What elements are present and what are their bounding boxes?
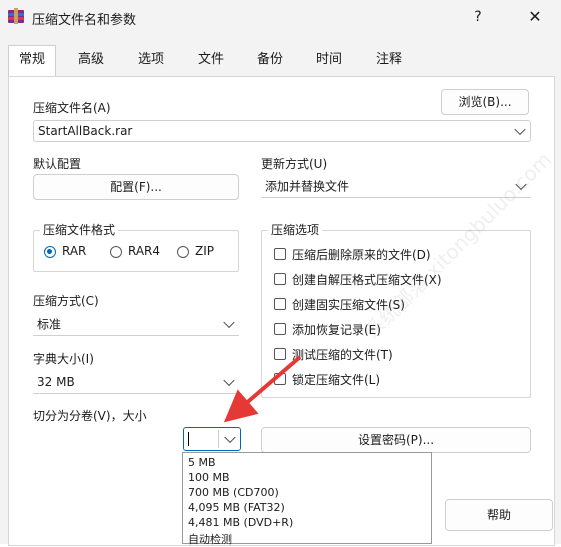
winrar-app-icon — [8, 8, 24, 24]
dialog-window: 压缩文件名和参数 ? ✕ 常规 高级 选项 文件 备份 时间 注释 压缩文件名(… — [0, 0, 561, 547]
help-title-button[interactable]: ? — [463, 4, 493, 30]
lock-archive-label: 锁定压缩文件(L) — [292, 373, 381, 387]
recovery-record-label: 添加恢复记录(E) — [292, 323, 381, 337]
delete-after-checkbox[interactable] — [274, 248, 286, 260]
close-button[interactable]: ✕ — [518, 4, 552, 30]
chevron-down-icon[interactable] — [514, 123, 526, 136]
set-password-button[interactable]: 设置密码(P)... — [261, 427, 531, 453]
window-title: 压缩文件名和参数 — [32, 13, 137, 28]
rar4-radio[interactable] — [110, 246, 122, 258]
chevron-down-icon — [223, 316, 235, 328]
tab-backup[interactable]: 备份 — [247, 46, 293, 74]
archive-options-title: 压缩选项 — [268, 221, 323, 238]
split-option-autodetect[interactable]: 自动检测 — [188, 531, 232, 547]
tab-comment[interactable]: 注释 — [366, 46, 412, 74]
sfx-checkbox[interactable] — [274, 273, 286, 285]
archive-options-group: 压缩选项 压缩后删除原来的文件(D) 创建自解压格式压缩文件(X) 创建固实压缩… — [261, 221, 531, 398]
solid-checkbox[interactable] — [274, 298, 286, 310]
split-option-100mb[interactable]: 100 MB — [188, 471, 230, 484]
delete-after-label: 压缩后删除原来的文件(D) — [292, 248, 431, 262]
chevron-down-icon — [515, 178, 527, 190]
lock-archive-checkbox[interactable] — [274, 373, 286, 385]
dictionary-size-select[interactable]: 32 MB — [33, 370, 239, 394]
title-bar: 压缩文件名和参数 ? ✕ — [0, 0, 561, 34]
dictionary-size-label: 字典大小(I) — [33, 352, 94, 366]
rar-radio[interactable] — [44, 246, 56, 258]
split-option-fat32[interactable]: 4,095 MB (FAT32) — [188, 501, 285, 514]
tab-files[interactable]: 文件 — [188, 46, 234, 74]
update-mode-label: 更新方式(U) — [261, 157, 328, 171]
compression-method-label: 压缩方式(C) — [33, 294, 99, 308]
update-mode-select[interactable]: 添加并替换文件 — [261, 174, 531, 198]
tab-options[interactable]: 选项 — [128, 46, 174, 74]
split-volumes-label: 切分为分卷(V)，大小 — [33, 409, 147, 423]
zip-label: ZIP — [195, 244, 214, 258]
split-option-cd700[interactable]: 700 MB (CD700) — [188, 486, 279, 499]
solid-label: 创建固实压缩文件(S) — [292, 298, 405, 312]
text-caret — [188, 432, 189, 446]
archive-format-title: 压缩文件格式 — [40, 221, 119, 238]
tab-time[interactable]: 时间 — [306, 46, 352, 74]
zip-radio[interactable] — [177, 246, 189, 258]
test-files-checkbox[interactable] — [274, 348, 286, 360]
tab-general[interactable]: 常规 — [8, 45, 56, 77]
tab-advanced[interactable]: 高级 — [68, 46, 114, 74]
compression-method-select[interactable]: 标准 — [33, 312, 239, 336]
chevron-down-icon — [223, 374, 235, 386]
combo-divider — [218, 430, 219, 448]
chevron-down-icon[interactable] — [224, 431, 236, 444]
split-option-5mb[interactable]: 5 MB — [188, 456, 216, 469]
browse-button[interactable]: 浏览(B)... — [441, 89, 529, 115]
split-option-dvdr[interactable]: 4,481 MB (DVD+R) — [188, 516, 293, 529]
archive-name-label: 压缩文件名(A) — [33, 101, 111, 115]
recovery-record-checkbox[interactable] — [274, 323, 286, 335]
profiles-button[interactable]: 配置(F)... — [33, 174, 239, 200]
split-size-combo[interactable] — [183, 427, 241, 451]
split-size-dropdown: 5 MB 100 MB 700 MB (CD700) 4,095 MB (FAT… — [182, 452, 432, 547]
help-button[interactable]: 帮助 — [445, 499, 553, 531]
rar4-label: RAR4 — [128, 244, 161, 258]
archive-name-input[interactable]: StartAllBack.rar — [33, 120, 531, 142]
archive-format-group: 压缩文件格式 RAR RAR4 ZIP — [33, 221, 239, 272]
default-profile-label: 默认配置 — [33, 157, 82, 171]
test-files-label: 测试压缩的文件(T) — [292, 348, 393, 362]
rar-label: RAR — [62, 244, 87, 258]
sfx-label: 创建自解压格式压缩文件(X) — [292, 273, 442, 287]
